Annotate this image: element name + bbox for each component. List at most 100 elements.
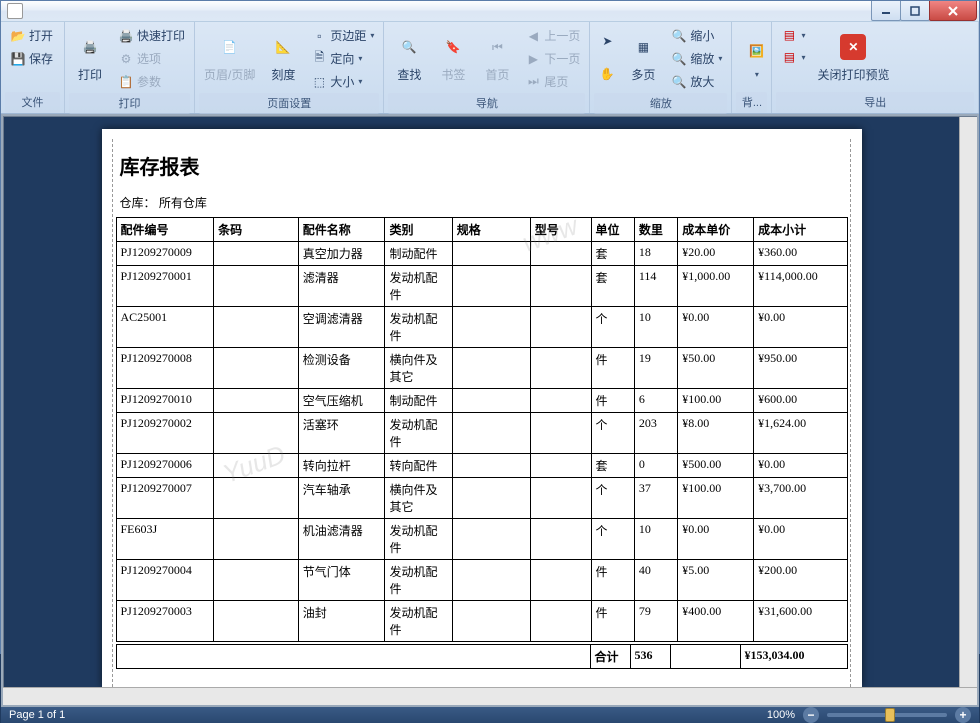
zoom-to-button[interactable]: 🔍缩放▾ [666, 47, 727, 70]
table-row: PJ1209270006转向拉杆转向配件套0¥500.00¥0.00 [116, 454, 847, 478]
group-file-label: 文件 [5, 92, 60, 113]
bookmark-icon: 🔖 [437, 31, 469, 63]
titlebar [1, 1, 979, 22]
page-indicator: Page 1 of 1 [9, 709, 65, 721]
orient-icon: 🗎 [311, 51, 327, 67]
next-icon: ▶ [525, 51, 541, 67]
group-pagesetup-label: 页面设置 [199, 93, 379, 114]
hand-tool-button[interactable]: ✋ [594, 63, 620, 85]
printer-icon: 🖨️ [74, 31, 106, 63]
table-row: PJ1209270010空气压缩机制动配件件6¥100.00¥600.00 [116, 389, 847, 413]
pointer-icon: ➤ [599, 33, 615, 49]
zoom-in-button[interactable]: 🔍放大 [666, 70, 727, 93]
col-header: 类别 [385, 218, 452, 242]
multipage-button[interactable]: ▦多页 [622, 24, 664, 90]
close-button[interactable] [929, 1, 977, 21]
scale-icon: 📐 [267, 31, 299, 63]
zoom-slider[interactable] [827, 713, 947, 717]
maximize-button[interactable] [900, 1, 930, 21]
bg-icon: 🖼️ [740, 35, 772, 67]
vertical-scrollbar[interactable] [959, 117, 977, 687]
options-button[interactable]: ⚙选项 [113, 47, 190, 70]
find-icon: 🔍 [393, 31, 425, 63]
options-icon: ⚙ [118, 51, 134, 67]
size-icon: ⬚ [311, 74, 327, 90]
export-pdf-button[interactable]: ▤▾ [776, 24, 810, 46]
zoom-out-button[interactable]: 🔍缩小 [666, 24, 727, 47]
last-icon: ⏭ [525, 74, 541, 90]
margins-icon: ▫ [311, 28, 327, 44]
quick-print-icon: 🖨️ [118, 28, 134, 44]
report-title: 库存报表 [116, 147, 848, 190]
col-header: 配件编号 [116, 218, 214, 242]
report-table: 配件编号条码配件名称类别规格型号单位数里成本单价成本小计 PJ120927000… [116, 217, 848, 642]
col-header: 配件名称 [298, 218, 385, 242]
total-sub: ¥153,034.00 [740, 645, 847, 669]
horizontal-scrollbar[interactable] [3, 687, 977, 705]
margins-button[interactable]: ▫页边距▾ [306, 24, 379, 47]
table-row: AC25001空调滤清器发动机配件个10¥0.00¥0.00 [116, 307, 847, 348]
group-print-label: 打印 [69, 93, 190, 114]
bookmark-button[interactable]: 🔖书签 [432, 24, 474, 90]
header-footer-button[interactable]: 📄 页眉/页脚 [199, 24, 260, 90]
col-header: 成本单价 [678, 218, 754, 242]
group-zoom-label: 缩放 [594, 93, 727, 114]
table-row: FE603J机油滤清器发动机配件个10¥0.00¥0.00 [116, 519, 847, 560]
background-button[interactable]: 🖼️▾ [736, 24, 776, 90]
ribbon: 📂打开 💾保存 文件 🖨️ 打印 🖨️快速打印 ⚙选项 📋参数 打印 [1, 22, 979, 114]
quick-print-button[interactable]: 🖨️快速打印 [113, 24, 190, 47]
zoom-in-icon: 🔍 [671, 74, 687, 90]
hand-icon: ✋ [599, 66, 615, 82]
prev-page-button[interactable]: ◀上一页 [520, 24, 585, 47]
col-header: 条码 [214, 218, 299, 242]
col-header: 规格 [452, 218, 530, 242]
save-icon: 💾 [10, 51, 26, 67]
params-button[interactable]: 📋参数 [113, 70, 190, 93]
zoom-level: 100% [767, 709, 795, 721]
document-area: 库存报表 仓库： 所有仓库 配件编号条码配件名称类别规格型号单位数里成本单价成本… [1, 114, 979, 707]
open-icon: 📂 [10, 28, 26, 44]
table-row: PJ1209270004节气门体发动机配件件40¥5.00¥200.00 [116, 560, 847, 601]
group-export-label: 导出 [776, 92, 974, 113]
print-button[interactable]: 🖨️ 打印 [69, 24, 111, 90]
find-button[interactable]: 🔍查找 [388, 24, 430, 90]
page: 库存报表 仓库： 所有仓库 配件编号条码配件名称类别规格型号单位数里成本单价成本… [102, 129, 862, 687]
close-preview-icon: ✕ [837, 31, 869, 63]
col-header: 单位 [591, 218, 634, 242]
zoom-in-status-button[interactable]: + [955, 707, 971, 723]
total-qty: 536 [630, 645, 670, 669]
total-label: 合计 [590, 645, 630, 669]
pointer-tool-button[interactable]: ➤ [594, 30, 620, 52]
warehouse-line: 仓库： 所有仓库 [116, 190, 848, 217]
export-email-button[interactable]: ▤▾ [776, 46, 810, 68]
pdf-icon: ▤ [781, 27, 797, 43]
statusbar: Page 1 of 1 100% − + [1, 707, 979, 723]
first-page-button[interactable]: ⏮首页 [476, 24, 518, 90]
next-page-button[interactable]: ▶下一页 [520, 47, 585, 70]
prev-icon: ◀ [525, 28, 541, 44]
open-button[interactable]: 📂打开 [5, 24, 58, 47]
first-icon: ⏮ [481, 31, 513, 63]
col-header: 型号 [530, 218, 591, 242]
orient-button[interactable]: 🗎定向▾ [306, 47, 379, 70]
table-row: PJ1209270009真空加力器制动配件套18¥20.00¥360.00 [116, 242, 847, 266]
params-icon: 📋 [118, 74, 134, 90]
table-row: PJ1209270002活塞环发动机配件个203¥8.00¥1,624.00 [116, 413, 847, 454]
zoom-out-icon: 🔍 [671, 28, 687, 44]
multipage-icon: ▦ [627, 31, 659, 63]
table-row: PJ1209270001滤清器发动机配件套114¥1,000.00¥114,00… [116, 266, 847, 307]
pdf-mail-icon: ▤ [781, 49, 797, 65]
minimize-button[interactable] [871, 1, 901, 21]
close-preview-button[interactable]: ✕ 关闭打印预览 [812, 24, 894, 90]
scale-button[interactable]: 📐 刻度 [262, 24, 304, 90]
table-row: PJ1209270003油封发动机配件件79¥400.00¥31,600.00 [116, 601, 847, 642]
last-page-button[interactable]: ⏭尾页 [520, 70, 585, 93]
app-icon [7, 3, 23, 19]
table-row: PJ1209270008检测设备横向件及其它件19¥50.00¥950.00 [116, 348, 847, 389]
group-nav-label: 导航 [388, 93, 585, 114]
save-button[interactable]: 💾保存 [5, 47, 58, 70]
size-button[interactable]: ⬚大小▾ [306, 70, 379, 93]
col-header: 数里 [634, 218, 677, 242]
zoom-out-status-button[interactable]: − [803, 707, 819, 723]
header-footer-icon: 📄 [214, 31, 246, 63]
